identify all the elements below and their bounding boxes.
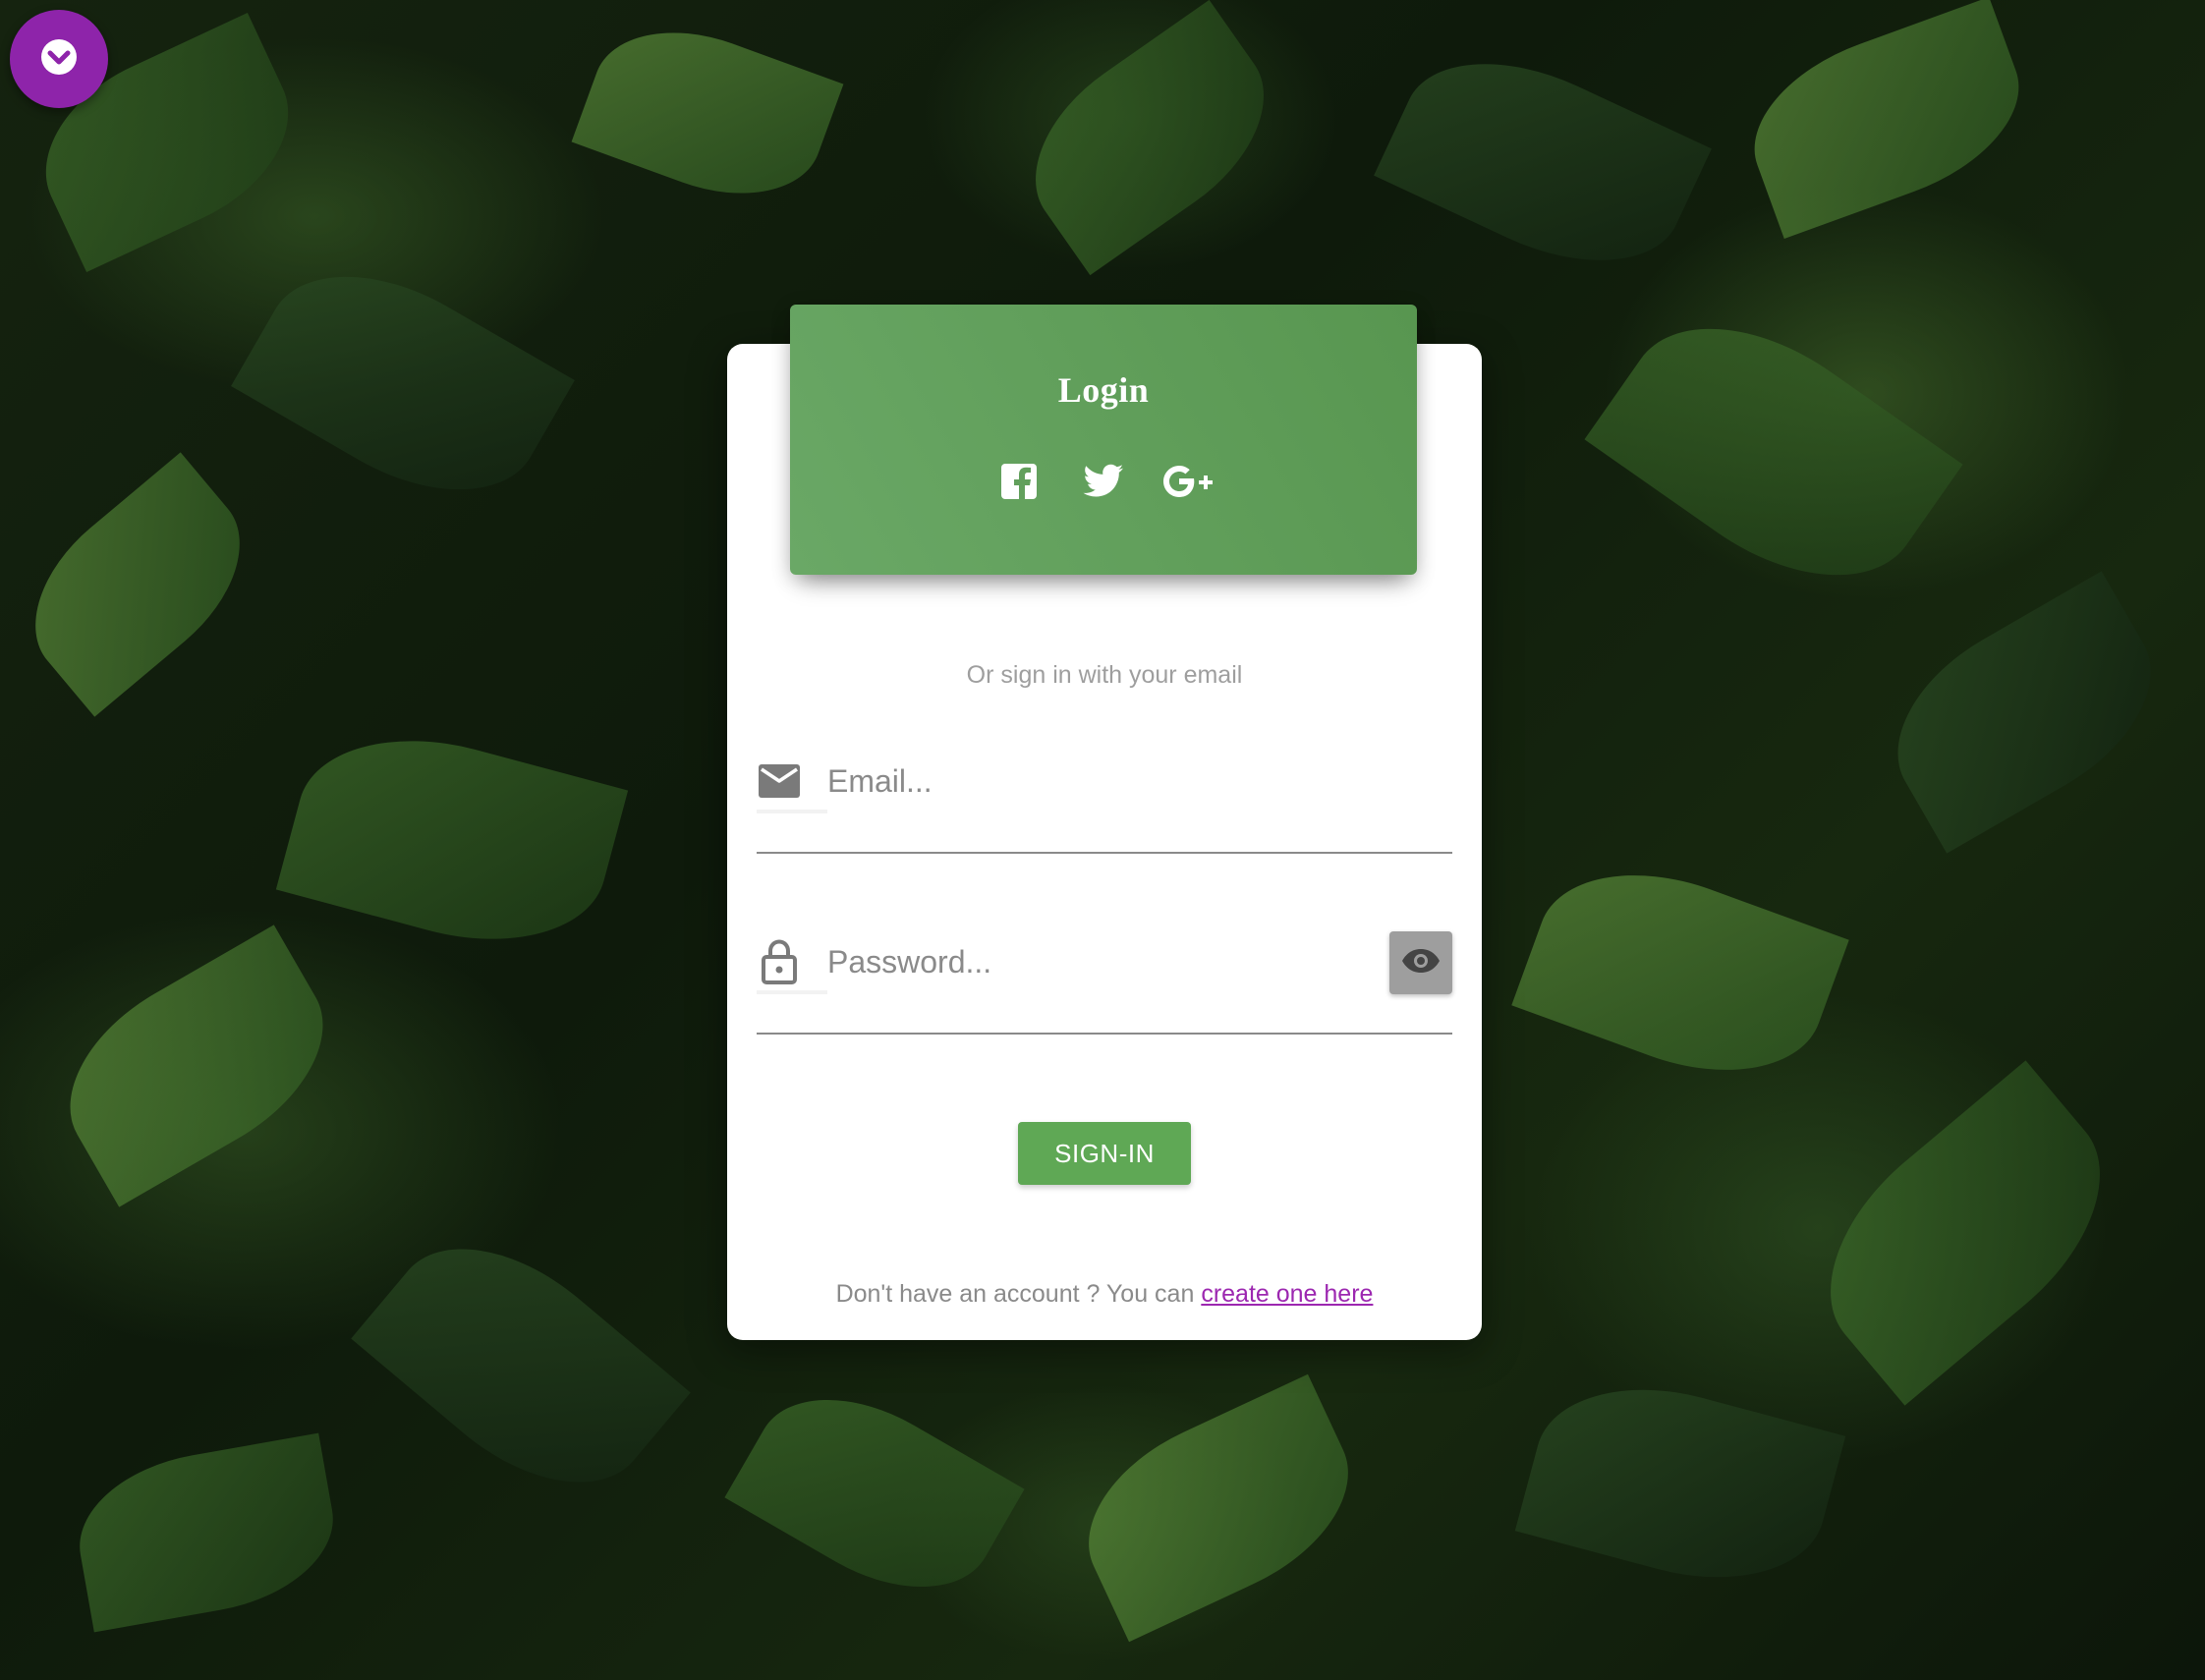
- facebook-login-button[interactable]: [999, 463, 1039, 504]
- email-signin-hint: Or sign in with your email: [966, 661, 1243, 689]
- email-field-group: [757, 739, 1452, 854]
- login-page: Login Or sign in with your email Email..…: [0, 0, 2205, 1680]
- twitter-login-button[interactable]: [1083, 464, 1124, 504]
- create-account-link[interactable]: create one here: [1201, 1280, 1373, 1308]
- signup-prompt-text: Don't have an account ? You can: [835, 1280, 1195, 1308]
- password-field-group: [757, 920, 1452, 1035]
- card-title: Login: [1057, 370, 1150, 410]
- email-underline: [757, 852, 1452, 854]
- google-plus-login-button[interactable]: [1163, 464, 1213, 503]
- sign-in-button[interactable]: SIGN-IN: [1018, 1122, 1191, 1185]
- google-plus-icon: [1162, 464, 1214, 504]
- password-icon-underbar: [757, 990, 827, 994]
- eye-icon: [1401, 948, 1441, 979]
- password-input[interactable]: [825, 935, 1380, 988]
- toggle-password-visibility-button[interactable]: [1389, 931, 1452, 994]
- mail-icon: [757, 758, 802, 804]
- facebook-icon: [1001, 463, 1037, 504]
- password-underline: [757, 1033, 1452, 1035]
- signup-prompt: Don't have an account ? You can create o…: [727, 1280, 1482, 1309]
- email-icon-underbar: [757, 810, 827, 813]
- lock-icon: [757, 939, 802, 984]
- email-input[interactable]: [825, 755, 1380, 808]
- login-card-header: Login: [790, 305, 1417, 575]
- social-login-row: [790, 463, 1417, 504]
- twitter-icon: [1083, 464, 1124, 504]
- menu-toggle-button[interactable]: [10, 10, 108, 108]
- chevron-down-circle-icon: [39, 37, 79, 82]
